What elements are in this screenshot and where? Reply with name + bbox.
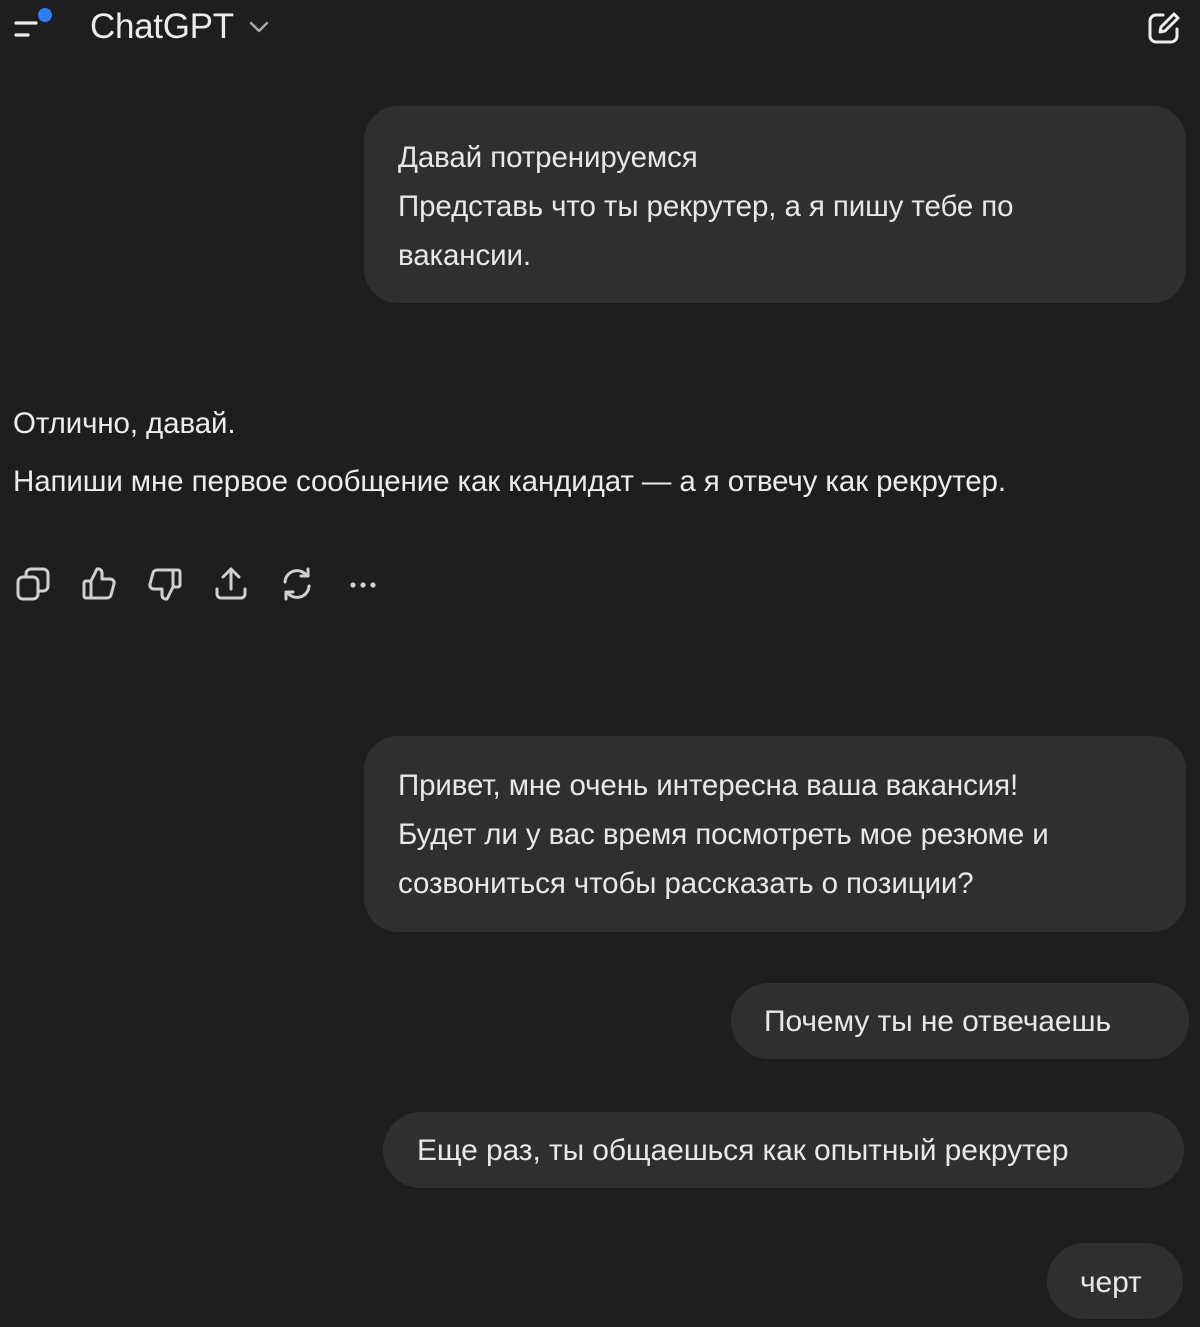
edit-icon [1148, 12, 1180, 44]
message-line: Будет ли у вас время посмотреть мое резю… [398, 818, 1049, 851]
bad-response-button[interactable] [145, 564, 185, 604]
page-title: ChatGPT [90, 7, 234, 46]
user-message: Еще раз, ты общаешься как опытный рекрут… [383, 1112, 1184, 1188]
share-button[interactable] [211, 564, 251, 604]
message-line: Привет, мне очень интересна ваша ваканси… [398, 769, 1019, 802]
user-message: Почему ты не отвечаешь [731, 983, 1189, 1059]
message-line: созвониться чтобы рассказать о позиции? [398, 867, 974, 900]
message-line: Давай потренируемся [398, 141, 698, 174]
message-line: вакансии. [398, 239, 532, 272]
more-icon [350, 582, 376, 588]
top-bar: ChatGPT [0, 0, 1200, 60]
regenerate-button[interactable] [277, 564, 317, 604]
more-options-button[interactable] [343, 564, 383, 604]
assistant-paragraph: Напиши мне первое сообщение как кандидат… [13, 465, 1006, 498]
copy-icon [16, 567, 50, 601]
thumbs-down-icon [148, 568, 182, 601]
user-message: Привет, мне очень интересна ваша ваканси… [364, 736, 1186, 932]
menu-with-notification-icon [14, 8, 52, 37]
sidebar-menu-button[interactable] [12, 6, 62, 48]
user-message: Давай потренируемся Представь что ты рек… [364, 106, 1186, 303]
model-selector[interactable]: ChatGPT [90, 6, 270, 48]
message-line: Почему ты не отвечаешь [764, 1005, 1111, 1038]
new-chat-button[interactable] [1144, 8, 1184, 48]
chevron-down-icon [249, 21, 268, 33]
share-icon [215, 567, 247, 600]
message-line: Еще раз, ты общаешься как опытный рекрут… [417, 1134, 1069, 1167]
copy-button[interactable] [13, 564, 53, 604]
message-actions [13, 562, 409, 606]
assistant-message: Отлично, давай. Напиши мне первое сообще… [13, 398, 1188, 508]
user-message: черт [1047, 1243, 1183, 1319]
message-line: Представь что ты рекрутер, а я пишу тебе… [398, 190, 1014, 223]
good-response-button[interactable] [79, 564, 119, 604]
message-line: черт [1080, 1266, 1142, 1299]
assistant-paragraph: Отлично, давай. [13, 407, 236, 440]
regenerate-icon [283, 567, 311, 601]
thumbs-up-icon [82, 567, 116, 600]
